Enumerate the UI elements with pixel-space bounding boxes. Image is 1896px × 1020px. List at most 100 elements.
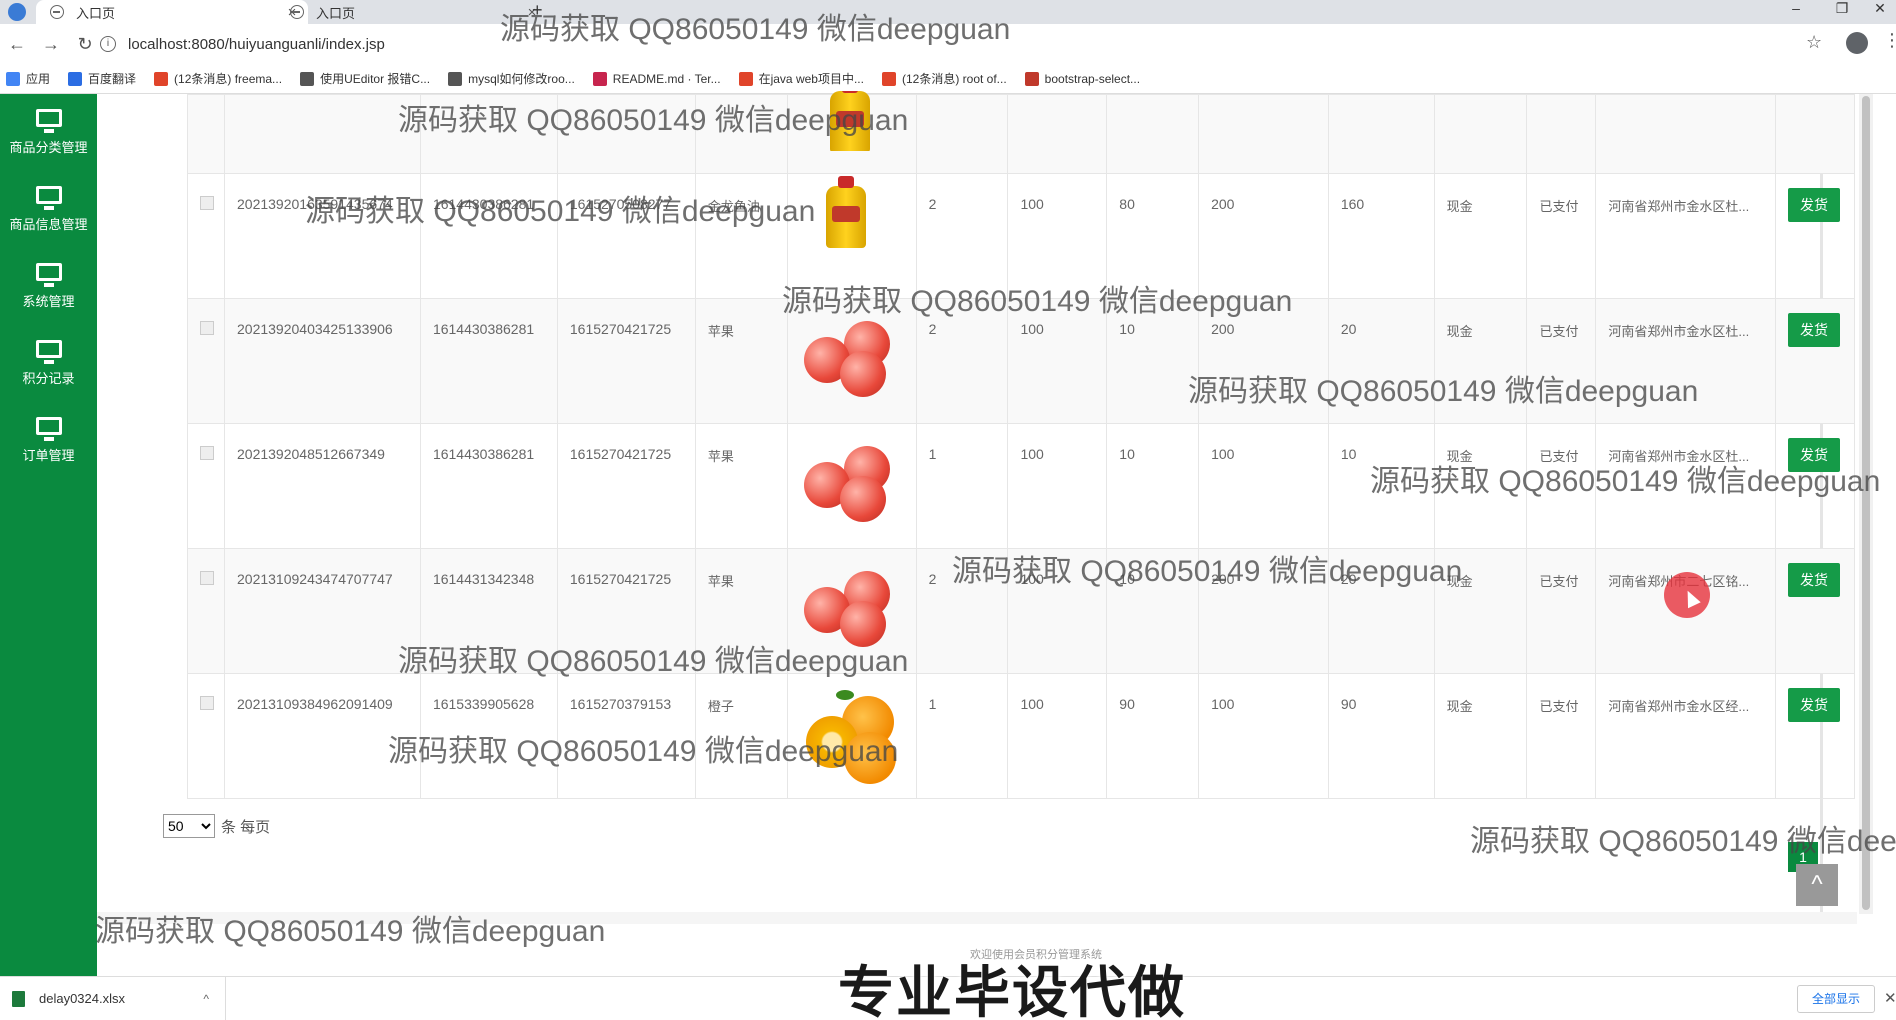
cell-product-id: 1615270379153 (569, 696, 672, 712)
sidebar-item-orders[interactable]: 订单管理 (0, 402, 97, 479)
globe-icon (50, 5, 64, 19)
browser-logo-icon (8, 3, 26, 21)
sidebar-item-points[interactable]: 积分记录 (0, 325, 97, 402)
bookmark-item[interactable]: 应用 (6, 70, 50, 87)
reload-button[interactable]: ↻ (68, 34, 102, 55)
scrollbar-thumb[interactable] (1862, 96, 1870, 910)
cell-product: 苹果 (707, 324, 734, 339)
bookmark-star-icon[interactable]: ☆ (1806, 32, 1822, 53)
row-checkbox[interactable] (200, 571, 214, 585)
bookmark-label: 应用 (26, 72, 51, 86)
cell-points: 80 (1119, 196, 1135, 212)
table-row: 20213920403425133906 1614430386281 1615270… (187, 298, 1856, 424)
minimize-button[interactable]: – (1776, 0, 1816, 20)
new-tab-button[interactable]: + (532, 0, 543, 20)
cell-order-no: 20213109243474707747 (237, 571, 393, 587)
cell-points: 10 (1119, 446, 1135, 462)
table-row: 20213920163591435674 1614430386281 1615270… (187, 173, 1856, 299)
browser-tabstrip: 入口页 × 入口页 × + – ❐ ✕ (0, 0, 1896, 24)
apple-icon (839, 351, 886, 397)
ship-button[interactable]: 发货 (1787, 563, 1840, 597)
cell-order-no: 20213109384962091409 (237, 696, 393, 712)
browser-menu-icon[interactable]: ⋮ (1883, 30, 1896, 51)
chevron-up-icon[interactable]: ^ (203, 992, 209, 1006)
cell-points: 10 (1119, 321, 1135, 337)
bookmark-item[interactable]: 使用UEditor 报错C... (300, 70, 430, 87)
cell-status: 已支付 (1539, 324, 1579, 339)
cell-total: 200 (1211, 571, 1235, 587)
footer-text: 欢迎使用会员积分管理系统 (970, 949, 1102, 961)
cell-user-id: 1614430386281 (432, 446, 535, 462)
bookmarks-bar: 应用 百度翻译 (12条消息) freema... 使用UEditor 报错C... m… (0, 64, 1896, 94)
per-page-label: 条 每页 (221, 818, 271, 836)
vertical-scrollbar[interactable] (1859, 94, 1873, 914)
bookmark-item[interactable]: (12条消息) freema... (154, 70, 282, 87)
apple-icon (839, 601, 886, 647)
sidebar-item-category[interactable]: 商品分类管理 (0, 94, 97, 171)
cell-points: 90 (1119, 696, 1135, 712)
back-button[interactable]: ← (0, 34, 34, 55)
info-icon[interactable]: i (100, 36, 116, 52)
ship-button[interactable]: 发货 (1787, 688, 1840, 722)
leaf-icon (835, 690, 854, 700)
cell-pay-method: 现金 (1446, 699, 1473, 714)
bookmark-label: mysql如何修改roo... (468, 72, 575, 86)
cell-qty: 1 (928, 446, 937, 462)
row-checkbox[interactable] (200, 321, 214, 335)
bookmark-item[interactable]: 百度翻译 (68, 70, 136, 87)
cell-total-points: 20 (1340, 571, 1357, 587)
url-text[interactable]: localhost:8080/huiyuanguanli/index.jsp (128, 36, 385, 53)
restore-button[interactable]: ❐ (1822, 0, 1862, 20)
bookmark-item[interactable]: mysql如何修改roo... (448, 70, 575, 87)
row-checkbox[interactable] (200, 196, 214, 210)
browser-tab-2[interactable]: 入口页 × (276, 0, 548, 24)
product-image (796, 176, 896, 286)
cell-points: 10 (1119, 571, 1135, 587)
download-item[interactable]: delay0324.xlsx ^ (0, 976, 226, 1020)
table-row: 2021392048512667349 1614430386281 16152704… (187, 423, 1856, 549)
sidebar-item-system[interactable]: 系统管理 (0, 248, 97, 325)
ship-button[interactable]: 发货 (1787, 438, 1840, 472)
cell-qty: 1 (928, 696, 937, 712)
cell-pay-method: 现金 (1446, 574, 1473, 589)
show-all-button[interactable]: 全部显示 (1797, 985, 1875, 1013)
monitor-icon (35, 263, 62, 287)
bookmark-item[interactable]: README.md · Ter... (592, 71, 721, 86)
cell-user-id: 1614430386281 (432, 196, 535, 212)
download-filename[interactable]: delay0324.xlsx (39, 991, 203, 1006)
apps-grid-icon (6, 71, 20, 86)
cell-pay-method: 现金 (1446, 449, 1473, 464)
cell-total: 200 (1211, 196, 1235, 212)
bookmark-favicon-icon (592, 71, 607, 86)
bookmark-label: README.md · Ter... (612, 71, 721, 86)
profile-avatar-icon[interactable] (1846, 32, 1868, 54)
window-close-button[interactable]: ✕ (1860, 0, 1896, 20)
cell-pay-method: 现金 (1446, 324, 1473, 339)
address-bar[interactable]: i localhost:8080/huiyuanguanli/index.jsp (100, 29, 1800, 59)
sidebar-item-products[interactable]: 商品信息管理 (0, 171, 97, 248)
row-checkbox[interactable] (200, 696, 214, 710)
product-image (796, 561, 896, 661)
ship-button[interactable]: 发货 (1787, 188, 1840, 222)
browser-toolbar: ← → ↻ i localhost:8080/huiyuanguanli/ind… (0, 24, 1896, 64)
cell-product-id: 1615270421725 (569, 446, 672, 462)
monitor-icon (35, 186, 62, 210)
cell-user-id: 1615339905628 (432, 696, 535, 712)
bookmark-item[interactable]: bootstrap-select... (1024, 71, 1140, 86)
ship-button[interactable]: 发货 (1787, 313, 1840, 347)
cell-total: 100 (1211, 446, 1235, 462)
page-size-select[interactable]: 50 (163, 814, 215, 838)
back-to-top-button[interactable]: ^ (1796, 864, 1838, 906)
browser-tab-1[interactable]: 入口页 × (36, 0, 308, 24)
cell-product: 苹果 (707, 574, 734, 589)
cell-price: 100 (1020, 696, 1044, 712)
cell-order-no: 2021392048512667349 (237, 446, 385, 462)
table-row: 20213109384962091409 1615339905628 1615270… (187, 673, 1856, 799)
orders-panel: 20213920163591435674 1614430386281 1615270… (133, 91, 1856, 912)
forward-button[interactable]: → (34, 34, 68, 55)
download-bar: delay0324.xlsx ^ 全部显示 ✕ (0, 976, 1896, 1020)
close-icon[interactable]: ✕ (1884, 989, 1896, 1007)
bookmark-item[interactable]: 在java web项目中... (738, 70, 864, 87)
bookmark-item[interactable]: (12条消息) root of... (881, 70, 1007, 87)
row-checkbox[interactable] (200, 446, 214, 460)
